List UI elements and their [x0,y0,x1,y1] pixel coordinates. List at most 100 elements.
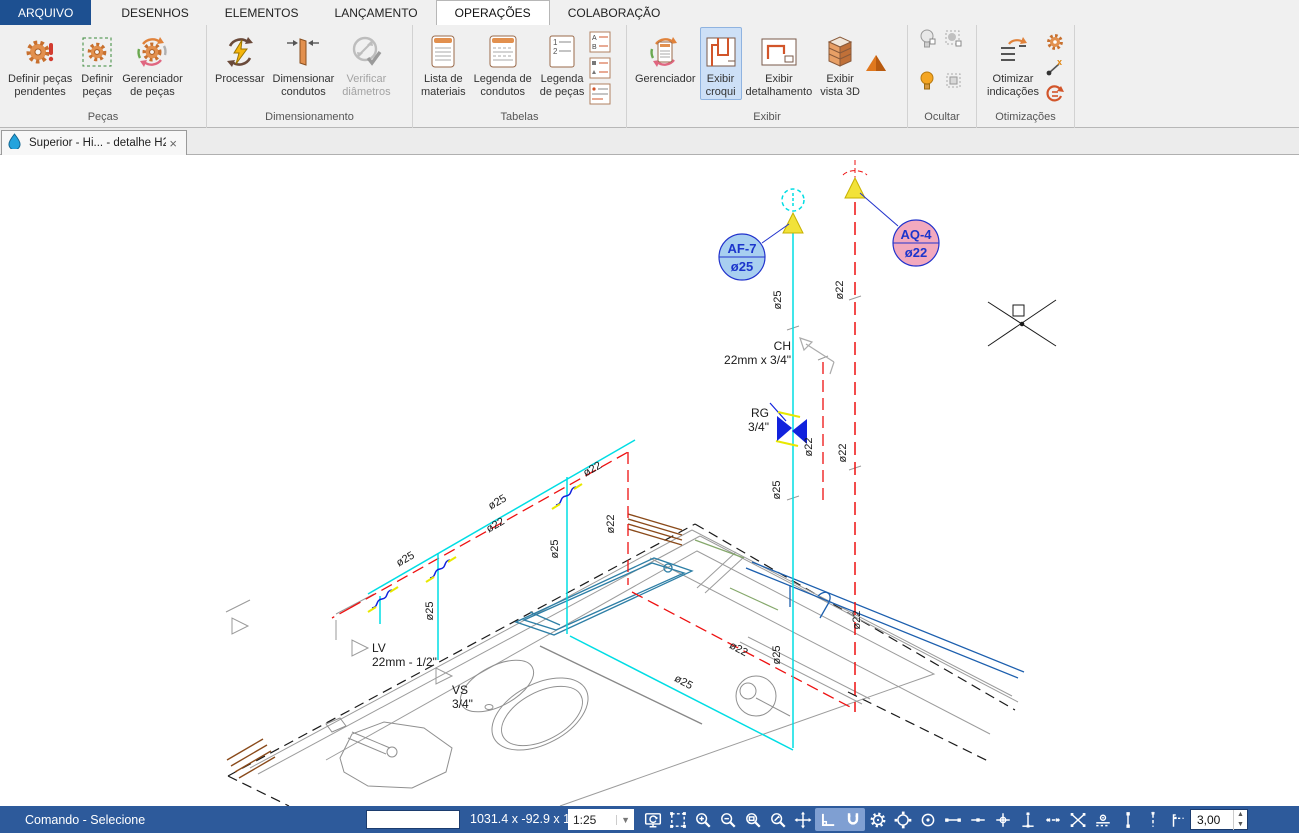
water-drop-icon [8,133,21,154]
duct-legend-icon [488,31,518,73]
regen-extents-icon[interactable] [665,808,690,831]
scale-dropdown[interactable]: 1:25 ▼ [568,809,634,830]
rg-size-label: 3/4" [748,420,769,434]
snap-intersection-icon[interactable] [990,808,1015,831]
zoom-window-icon[interactable] [740,808,765,831]
snap-vertical-endpoint-icon[interactable] [1115,808,1140,831]
snap-nearest-icon[interactable] [1065,808,1090,831]
snap-vertical-extension-icon[interactable] [1140,808,1165,831]
snap-endpoint-icon[interactable] [940,808,965,831]
gerenciador-de-pecas-button[interactable]: Gerenciador de peças [118,27,187,100]
legenda-de-condutos-button[interactable]: Legenda de condutos [470,27,536,100]
pipe-diameter-label: ø22 [727,640,749,660]
group-ocultar: Ocultar [908,25,977,128]
pipe-diameter-label: ø22 [803,438,815,457]
riser-arrows [783,178,865,233]
pipe-diameter-label: ø22 [605,515,617,534]
duct-size-icon [285,31,321,73]
snap-angle-icon[interactable] [1165,808,1190,831]
dim-selection-icon[interactable] [942,27,966,51]
exibir-vista-3d-button[interactable]: Exibir vista 3D [816,27,864,100]
green-marks [695,540,778,610]
legend-symbols-icon[interactable] [588,56,612,80]
svg-text:2: 2 [553,47,558,56]
balloon-aq4[interactable]: AQ-4 ø22 [860,193,939,266]
ribbon: ARQUIVO DESENHOS ELEMENTOS LANÇAMENTO OP… [0,0,1299,128]
lista-de-materiais-button[interactable]: Lista de materiais [417,27,470,100]
tab-desenhos[interactable]: DESENHOS [103,0,206,25]
annotations: CH 22mm x 3/4" RG 3/4" LV 22mm - 1/2" VS… [372,339,791,711]
vs-label: VS [452,683,468,697]
tab-lancamento[interactable]: LANÇAMENTO [317,0,436,25]
grid-spacing-spinner[interactable]: 3,00 ▲▼ [1190,809,1248,830]
group-label-pecas: Peças [0,111,206,128]
definir-pecas-pendentes-button[interactable]: Definir peças pendentes [4,27,76,100]
legenda-de-pecas-button[interactable]: 1 2 Legenda de peças [536,27,589,100]
balloon-aq4-dia: ø22 [905,245,927,260]
tab-arquivo[interactable]: ARQUIVO [0,0,91,25]
sketch-plan-icon [704,31,738,73]
hidden-elements-icon[interactable] [942,69,966,93]
pipe-diameter-label: ø25 [771,481,783,500]
chevron-down-icon: ▼ [616,815,634,825]
snap-node-icon[interactable] [890,808,915,831]
room-boundary-dashed[interactable] [228,524,1015,806]
legend-notes-icon[interactable] [588,82,612,106]
pipe-diameter-label: ø22 [581,459,603,479]
command-prompt: Comando - Selecione [25,813,145,827]
bulb-on-icon[interactable] [916,69,940,93]
group-label-otimizacoes: Otimizações [977,111,1074,128]
command-input[interactable] [366,810,460,829]
section-marker-x[interactable] [988,300,1056,346]
bulb-off-icon[interactable] [916,27,940,51]
document-tab[interactable]: Superior - Hi... - detalhe H2 × [1,130,187,155]
snap-extension-icon[interactable] [1040,808,1065,831]
redraw-screen-icon[interactable] [640,808,665,831]
snap-midpoint-icon[interactable] [965,808,990,831]
opening-hatch [227,514,682,778]
snap-insertion-icon[interactable] [1090,808,1115,831]
tab-operacoes[interactable]: OPERAÇÕES [436,0,550,25]
zoom-in-icon[interactable] [690,808,715,831]
lv-label: LV [372,641,386,655]
drawing-canvas[interactable]: AF-7 ø25 AQ-4 ø22 CH 22mm x 3/4" RG 3/4"… [0,155,1299,806]
otimizar-indicacoes-button[interactable]: Otimizar indicações [983,27,1043,100]
triangle-warning-icon[interactable] [864,51,888,75]
tab-colaboracao[interactable]: COLABORAÇÃO [550,0,679,25]
snap-center-icon[interactable] [915,808,940,831]
dimensionar-condutos-button[interactable]: Dimensionar condutos [269,27,339,100]
legend-ab-icon[interactable]: A B [588,30,612,54]
optimize-route-icon[interactable] [1043,82,1067,106]
processar-button[interactable]: Processar [211,27,269,100]
pipe-diameter-label: ø25 [424,602,436,621]
zoom-extents-icon[interactable] [765,808,790,831]
document-sync-icon [646,31,684,73]
balloon-af7[interactable]: AF-7 ø25 [719,224,789,280]
exibir-croqui-button[interactable]: Exibir croqui [700,27,742,100]
pan-icon[interactable] [790,808,815,831]
snap-magnet-icon[interactable] [840,808,865,831]
optimize-list-icon [995,31,1031,73]
ch-size-label: 22mm x 3/4" [724,353,791,367]
zoom-out-icon[interactable] [715,808,740,831]
verificar-diametros-button[interactable]: Verificar diâmetros [338,27,394,100]
shower-box[interactable] [516,558,692,635]
scale-value: 1:25 [573,813,596,827]
definir-pecas-button[interactable]: Definir peças [76,27,118,100]
exibir-detalhamento-button[interactable]: Exibir detalhamento [742,27,817,100]
ortho-mode-icon[interactable] [815,808,840,831]
document-tab-title: Superior - Hi... - detalhe H2 [29,137,166,149]
group-label-dimensionamento: Dimensionamento [207,111,412,128]
tab-elementos[interactable]: ELEMENTOS [207,0,317,25]
spinner-arrows[interactable]: ▲▼ [1233,810,1247,830]
gerenciador-button[interactable]: Gerenciador [631,27,700,100]
rg-valve[interactable] [770,403,807,446]
shower-point-symbol [800,338,834,374]
snap-settings-gear-icon[interactable] [865,808,890,831]
close-tab-icon[interactable]: × [166,136,180,151]
settings-gear-icon[interactable] [1043,30,1067,54]
group-exibir: Gerenciador Exibir croqui [627,25,908,128]
remove-indication-icon[interactable]: x [1043,56,1067,80]
balloon-aq4-id: AQ-4 [900,227,932,242]
snap-perpendicular-icon[interactable] [1015,808,1040,831]
